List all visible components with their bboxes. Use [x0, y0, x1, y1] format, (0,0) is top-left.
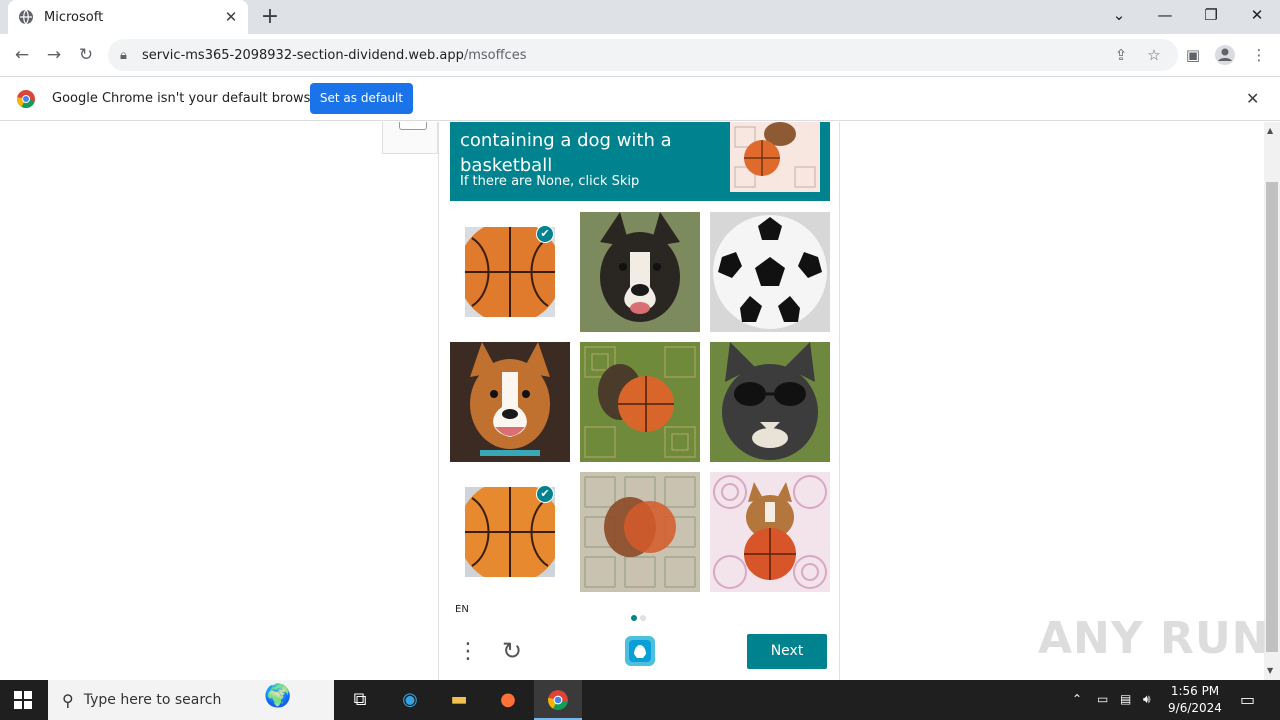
set-as-default-button[interactable]: Set as default [310, 83, 413, 114]
next-button[interactable]: Next [747, 634, 827, 669]
side-panel-icon[interactable]: ▣ [1180, 42, 1206, 68]
address-bar[interactable]: 🔒︎ servic-ms365-2098932-section-dividend… [108, 39, 1178, 71]
anyrun-watermark: ANY RUN [1038, 613, 1270, 664]
captcha-image-4-dog[interactable] [450, 342, 570, 462]
selected-check-icon: ✔ [536, 225, 554, 243]
title-bar: Microsoft ✕ + ⌄ — ❐ ✕ [0, 0, 1280, 34]
windows-taskbar: ⚲ Type here to search 🌍 ⧉ ◉ ▬ ● ⌃ ▭ ▤ 🔊︎… [0, 680, 1280, 720]
captcha-image-8-dog-basketball[interactable] [580, 472, 700, 592]
search-placeholder: Type here to search [83, 692, 222, 708]
edge-icon[interactable]: ◉ [394, 684, 426, 716]
page-scrollbar[interactable]: ▲ ▼ [1264, 122, 1280, 680]
clock-date: 9/6/2024 [1168, 701, 1222, 715]
scrollbar-thumb[interactable] [1266, 182, 1278, 652]
page-dot [640, 615, 646, 621]
page-dot-active [631, 615, 637, 621]
refresh-icon[interactable]: ↻ [499, 638, 525, 664]
prompt-subtitle: If there are None, click Skip [460, 174, 640, 189]
checkbox-frame [382, 122, 438, 154]
chrome-taskbar-button[interactable] [534, 680, 582, 720]
tray-overflow-icon[interactable]: ⌃ [1072, 692, 1082, 706]
file-explorer-icon[interactable]: ▬ [443, 684, 475, 716]
captcha-image-6-cat-sunglasses[interactable] [710, 342, 830, 462]
page-content: containing a dog with a basketball If th… [0, 122, 1264, 680]
search-icon: ⚲ [62, 690, 74, 710]
prompt-title: containing a dog with a basketball [460, 130, 672, 176]
share-icon[interactable]: ⇪ [1108, 42, 1134, 68]
profile-avatar-icon[interactable] [1212, 42, 1238, 68]
chrome-icon [548, 690, 568, 710]
network-icon[interactable]: ▤ [1120, 692, 1131, 706]
example-image [730, 122, 820, 192]
reload-button[interactable]: ↻ [73, 42, 99, 68]
battery-icon[interactable]: ▭ [1097, 692, 1108, 706]
infobar-close-icon[interactable]: ✕ [1246, 89, 1259, 108]
search-highlight-icon: 🌍 [264, 684, 292, 709]
page-indicator [631, 606, 649, 625]
back-button[interactable]: ← [9, 42, 35, 68]
captcha-image-9-dog-basketball[interactable] [710, 472, 830, 592]
kebab-menu-icon[interactable]: ⋮ [1246, 42, 1272, 68]
selected-check-icon: ✔ [536, 485, 554, 503]
scroll-up-icon[interactable]: ▲ [1267, 126, 1273, 135]
url-domain: servic-ms365-2098932-section-dividend.we… [142, 47, 464, 63]
taskbar-clock[interactable]: 1:56 PM 9/6/2024 [1166, 683, 1224, 717]
chrome-logo-icon [16, 90, 35, 109]
forward-button[interactable]: → [41, 42, 67, 68]
captcha-image-3-soccer-ball[interactable] [710, 212, 830, 332]
new-tab-button[interactable]: + [258, 6, 282, 30]
tab-title: Microsoft [44, 9, 104, 25]
language-selector[interactable]: EN [455, 604, 469, 615]
default-browser-infobar: Google Chrome isn't your default browser… [0, 77, 1280, 121]
hcaptcha-logo-icon [625, 636, 655, 666]
restore-button[interactable]: ❐ [1188, 0, 1234, 30]
minimize-button[interactable]: — [1142, 0, 1188, 30]
captcha-challenge: containing a dog with a basketball If th… [438, 122, 840, 680]
url-path: /msoffces [463, 47, 527, 63]
captcha-image-5-dog-basketball[interactable] [580, 342, 700, 462]
lock-icon: 🔒︎ [120, 47, 127, 63]
browser-tab[interactable]: Microsoft ✕ [8, 0, 248, 34]
menu-dots-icon[interactable]: ⋮ [457, 638, 479, 666]
taskbar-search-box[interactable]: ⚲ Type here to search 🌍 [48, 680, 334, 720]
captcha-prompt: containing a dog with a basketball If th… [450, 122, 830, 201]
tab-close-icon[interactable]: ✕ [222, 8, 240, 26]
infobar-message: Google Chrome isn't your default browser [52, 91, 324, 106]
bookmark-star-icon[interactable]: ☆ [1141, 42, 1167, 68]
windows-start-icon[interactable] [14, 691, 32, 709]
browser-toolbar: ← → ↻ 🔒︎ servic-ms365-2098932-section-di… [0, 34, 1280, 77]
volume-icon[interactable]: 🔊︎ [1143, 692, 1151, 707]
captcha-image-2-dog[interactable] [580, 212, 700, 332]
tab-search-icon[interactable]: ⌄ [1096, 0, 1142, 30]
globe-icon [19, 9, 33, 25]
scroll-down-icon[interactable]: ▼ [1267, 666, 1273, 675]
captcha-image-1-basketball[interactable]: ✔ [450, 212, 570, 332]
captcha-image-7-basketball[interactable]: ✔ [450, 472, 570, 592]
checkbox[interactable] [399, 122, 427, 130]
close-window-button[interactable]: ✕ [1234, 0, 1280, 30]
task-view-icon[interactable]: ⧉ [344, 684, 376, 716]
notification-icon[interactable]: ▭ [1240, 690, 1255, 709]
clock-time: 1:56 PM [1170, 684, 1220, 698]
firefox-icon[interactable]: ● [492, 684, 524, 716]
